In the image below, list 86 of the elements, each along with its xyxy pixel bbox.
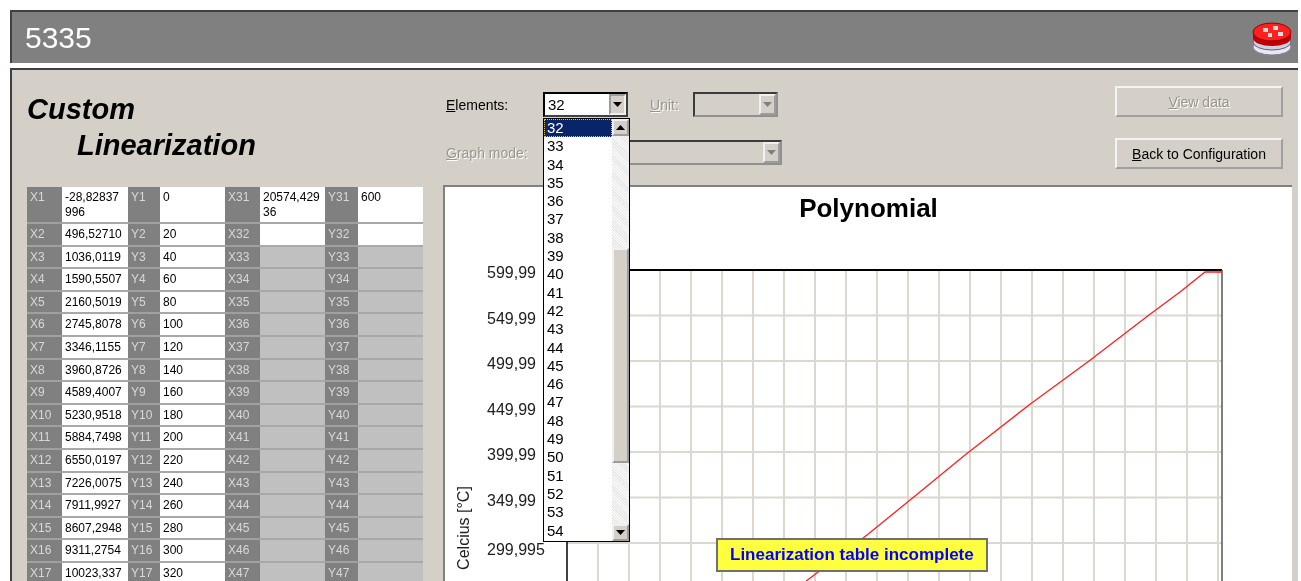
value-field[interactable]: 600 (358, 187, 423, 224)
value-field[interactable]: 20 (160, 224, 225, 247)
list-option[interactable]: 48 (544, 411, 612, 431)
axis-tick-label: 399,99 (487, 446, 536, 463)
chart-title: Polynomial (799, 192, 938, 225)
value-field[interactable]: 280 (160, 517, 225, 541)
list-option[interactable]: 54 (544, 521, 612, 540)
value-field[interactable]: 2745,8078 (62, 314, 128, 337)
list-option[interactable]: 34 (544, 155, 612, 174)
list-option[interactable]: 50 (544, 448, 612, 467)
value-field[interactable]: 1590,5507 (62, 269, 128, 292)
value-field[interactable]: 200 (160, 427, 225, 450)
list-option[interactable]: 51 (544, 466, 612, 485)
warning-banner: Linearization table incomplete (716, 538, 988, 572)
value-field[interactable]: 180 (160, 404, 225, 428)
axis-tick-label: 349,99 (487, 491, 536, 509)
value-field[interactable] (260, 224, 325, 247)
list-option[interactable]: 36 (544, 192, 612, 211)
list-option[interactable]: 42 (544, 301, 612, 321)
value-field[interactable]: 5884,7498 (62, 427, 128, 450)
list-option[interactable]: 47 (544, 393, 612, 412)
list-option[interactable]: 39 (544, 247, 612, 266)
up-arrow-icon (616, 125, 625, 130)
value-field[interactable]: 60 (160, 269, 225, 292)
graph-mode-label: Graph mode: (446, 144, 529, 161)
dropdown-arrow-icon (613, 102, 622, 107)
value-field[interactable]: 4589,4007 (62, 382, 128, 405)
value-field[interactable] (358, 224, 423, 247)
list-option[interactable]: 49 (544, 430, 612, 449)
list-option[interactable]: 53 (544, 503, 612, 522)
down-arrow-icon (616, 530, 625, 535)
page-heading: Linearization (77, 128, 256, 163)
axis-tick-label: 299,995 (487, 541, 545, 558)
value-field[interactable]: 100 (160, 314, 225, 337)
value-field[interactable]: 2160,5019 (62, 291, 128, 315)
list-option[interactable]: 44 (544, 338, 612, 357)
value-field[interactable]: 7911,9927 (62, 495, 128, 518)
list-option[interactable]: 40 (544, 265, 612, 284)
value-field[interactable]: 496,52710 (62, 224, 128, 247)
axis-tick-label: 599,99 (487, 264, 536, 281)
back-button[interactable]: Back to Configuration (1115, 138, 1283, 169)
value-field[interactable]: 1036,0119 (62, 246, 128, 270)
scroll-up-button[interactable] (612, 119, 629, 136)
value-field[interactable]: 80 (160, 291, 225, 315)
value-field[interactable]: 6550,0197 (62, 449, 128, 473)
list-option[interactable]: 46 (544, 375, 612, 394)
value-field[interactable]: 220 (160, 449, 225, 473)
value-field[interactable]: 260 (160, 495, 225, 518)
axis-tick-label: 449,99 (487, 400, 536, 418)
page-heading: Custom (27, 92, 135, 126)
dropdown-arrow-icon (762, 102, 772, 107)
value-field[interactable]: 7226,0075 (62, 472, 128, 496)
scroll-down-button[interactable] (612, 524, 629, 541)
value-field[interactable]: 8607,2948 (62, 517, 128, 541)
value-field[interactable]: 5230,9518 (62, 404, 128, 428)
unit-label: Unit: (650, 96, 679, 113)
value-field[interactable]: -28,82837996 (62, 187, 128, 224)
list-option[interactable]: 37 (544, 210, 612, 229)
scrollbar[interactable] (612, 119, 629, 541)
window-title: 5335 (25, 20, 92, 55)
list-option[interactable]: 35 (544, 173, 612, 193)
list-option[interactable]: 38 (544, 228, 612, 248)
list-option[interactable]: 52 (544, 484, 612, 504)
value-field[interactable]: 300 (160, 540, 225, 563)
value-field[interactable]: 20574,42936 (260, 187, 325, 224)
value-field[interactable]: 3346,1155 (62, 336, 128, 360)
elements-dropdown[interactable]: 32 (543, 92, 628, 117)
value-field[interactable]: 140 (160, 359, 225, 383)
list-option[interactable]: 45 (544, 356, 612, 376)
value-field[interactable]: 40 (160, 246, 225, 270)
value-field[interactable]: 0 (160, 187, 225, 224)
list-option[interactable]: 33 (544, 137, 612, 156)
value-field[interactable]: 160 (160, 382, 225, 405)
axis-label: Celcius [°C] (455, 486, 472, 570)
list-option[interactable]: 32 (544, 119, 612, 138)
value-field[interactable]: 9311,2754 (62, 540, 128, 563)
axis-tick-label: 499,99 (487, 355, 536, 372)
scrollbar-thumb[interactable] (612, 248, 629, 463)
list-option[interactable]: 41 (544, 283, 612, 302)
list-option[interactable]: 43 (544, 320, 612, 339)
value-field[interactable]: 120 (160, 336, 225, 360)
elements-label: Elements: (446, 96, 510, 113)
value-field[interactable]: 3960,8726 (62, 359, 128, 383)
value-field[interactable]: 240 (160, 472, 225, 496)
axis-tick-label: 549,99 (487, 309, 536, 327)
dropdown-arrow-icon (767, 150, 776, 155)
